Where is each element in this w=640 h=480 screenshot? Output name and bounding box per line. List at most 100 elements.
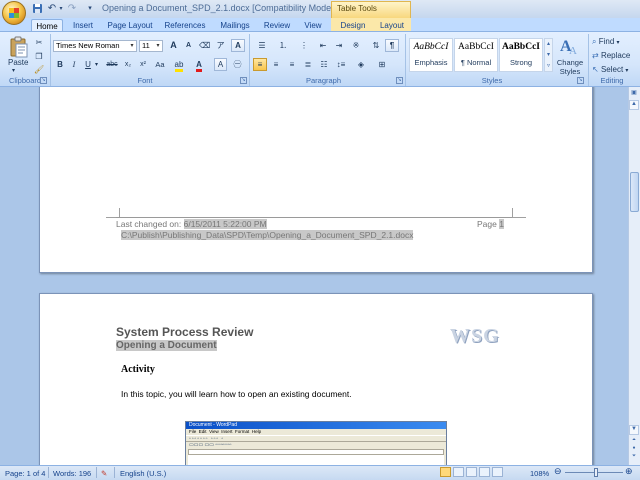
align-center-icon[interactable]: ≡ [269,58,283,71]
font-launcher-icon[interactable]: ↘ [240,77,247,84]
undo-dropdown-icon[interactable]: ▾ [58,3,64,15]
format-painter-icon[interactable]: 🖌 [33,63,45,76]
font-color-icon[interactable]: A [192,58,206,72]
align-left-icon[interactable]: ≡ [253,58,267,71]
style-strong[interactable]: AaBbCcI Strong [499,38,543,72]
line-spacing-icon[interactable]: ↕≡ [333,58,349,71]
enclose-characters-icon[interactable]: ㊀ [231,58,244,71]
document-page[interactable]: System Process Review Opening a Document… [39,293,593,465]
decrease-indent-icon[interactable]: ⇤ [316,39,330,52]
font-size-combo[interactable]: 11 ▾ [139,40,163,52]
style-normal[interactable]: AaBbCcI ¶ Normal [454,38,498,72]
asian-layout-icon[interactable]: ※ [349,39,363,52]
justify-icon[interactable]: ≣ [301,58,315,71]
next-page-icon[interactable]: ⏷ [629,453,639,461]
sort-icon[interactable]: ⇅ [369,39,383,52]
office-button[interactable] [2,1,26,25]
styles-group-label: Styles [481,76,503,85]
styles-launcher-icon[interactable]: ↘ [577,77,584,84]
font-name-combo[interactable]: Times New Roman ▾ [53,40,137,52]
shading-icon[interactable]: ◈ [353,58,369,71]
align-right-icon[interactable]: ≡ [285,58,299,71]
paste-dropdown-icon[interactable]: ▾ [12,67,15,74]
select-browse-object-icon[interactable]: ● [629,445,639,453]
replace-button[interactable]: ⇄ Replace [592,51,630,60]
cut-icon[interactable]: ✂ [33,36,45,49]
paste-button-label[interactable]: Paste [8,58,28,67]
zoom-in-icon[interactable]: ⊕ [625,466,633,477]
zoom-out-icon[interactable]: ⊖ [554,466,562,477]
clear-formatting-icon[interactable]: ⌫ [198,39,211,52]
web-layout-icon[interactable] [466,467,477,477]
print-layout-view-icon[interactable] [440,467,451,477]
vertical-scrollbar[interactable] [628,87,640,465]
full-screen-reading-icon[interactable] [453,467,464,477]
superscript-button[interactable]: x² [136,58,150,71]
redo-icon[interactable]: ↷ [66,3,78,15]
chevron-down-icon[interactable]: ▾ [154,41,162,51]
underline-dropdown-icon[interactable]: ▾ [95,61,98,68]
change-styles-button[interactable]: Change Styles [554,58,586,76]
font-size-value: 11 [142,41,150,50]
multilevel-list-icon[interactable]: ⋮ [295,39,313,52]
status-divider [48,467,49,478]
zoom-level[interactable]: 108% [530,469,549,478]
scrollbar-thumb[interactable] [630,172,639,212]
scroll-up-icon[interactable]: ▲ [629,100,639,110]
style-emphasis[interactable]: AaBbCcI Emphasis [409,38,453,72]
clipboard-launcher-icon[interactable]: ↘ [40,77,47,84]
borders-icon[interactable]: ⊞ [374,58,390,71]
find-label: Find [598,37,615,46]
document-area[interactable]: Last changed on: 6/15/2011 5:22:00 PM Pa… [0,87,628,465]
status-divider [96,467,97,478]
increase-indent-icon[interactable]: ⇥ [332,39,346,52]
page-subheading: Opening a Document [116,340,217,351]
screenshot-format-bar: ▭▭▭ ▭▭ ▫▫▫▫▫▫▫▫▫ [189,442,232,448]
zoom-slider-thumb[interactable] [594,468,598,477]
paste-icon[interactable] [9,36,29,58]
status-words[interactable]: Words: 196 [53,469,91,478]
subscript-button[interactable]: x₂ [121,58,135,71]
bold-button[interactable]: B [54,58,66,71]
find-button[interactable]: ⌕ Find ▾ [592,37,620,47]
copy-icon[interactable]: ❐ [33,50,45,63]
character-shading-icon[interactable]: A [214,58,227,71]
character-border-icon[interactable]: A [231,39,245,52]
underline-button[interactable]: U [82,58,94,71]
paragraph-group-label: Paragraph [305,76,342,85]
highlight-icon[interactable]: ab [172,58,186,72]
bullets-icon[interactable]: ☰ [253,39,271,52]
editing-group-label: Editing [600,76,624,85]
footer-last-changed: Last changed on: 6/15/2011 5:22:00 PM [116,219,267,229]
show-marks-button[interactable]: ¶ [385,39,399,52]
screenshot-body [188,455,444,465]
phonetic-guide-icon[interactable]: ア [214,39,227,52]
save-icon[interactable] [31,3,43,15]
page-heading: System Process Review [116,325,254,339]
status-language[interactable]: English (U.S.) [120,469,166,478]
shrink-font-icon[interactable]: A [182,39,195,52]
draft-view-icon[interactable] [492,467,503,477]
customize-qat-icon[interactable]: ▾ [84,3,96,15]
undo-icon[interactable]: ↶ [46,3,58,15]
previous-page-icon[interactable]: ⏶ [629,437,639,445]
change-case-button[interactable]: Aa [152,58,168,71]
numbering-icon[interactable]: ⒈ [274,39,292,52]
embedded-screenshot[interactable]: Document - WordPad File Edit View Insert… [185,421,447,465]
paragraph-launcher-icon[interactable]: ↘ [396,77,403,84]
distributed-icon[interactable]: ☷ [317,58,331,71]
chevron-down-icon[interactable]: ▾ [128,41,136,51]
styles-gallery-scroll[interactable]: ▴ ▾ ▿ [544,38,553,72]
select-button[interactable]: ↖ Select ▾ [592,65,628,74]
document-page[interactable]: Last changed on: 6/15/2011 5:22:00 PM Pa… [39,87,593,273]
outline-view-icon[interactable] [479,467,490,477]
ruler-toggle-icon[interactable]: ▣ [629,89,639,99]
footer-file-path: C:\Publish\Publishing_Data\SPD\Temp\Open… [121,230,414,240]
status-page[interactable]: Page: 1 of 4 [5,469,45,478]
strikethrough-button[interactable]: abc [104,58,120,71]
italic-button[interactable]: I [68,58,80,71]
change-styles-icon[interactable]: AA [558,36,582,57]
grow-font-icon[interactable]: A [167,39,180,52]
scroll-down-icon[interactable]: ▼ [629,425,639,435]
proofing-icon[interactable]: ✎ [101,469,107,478]
